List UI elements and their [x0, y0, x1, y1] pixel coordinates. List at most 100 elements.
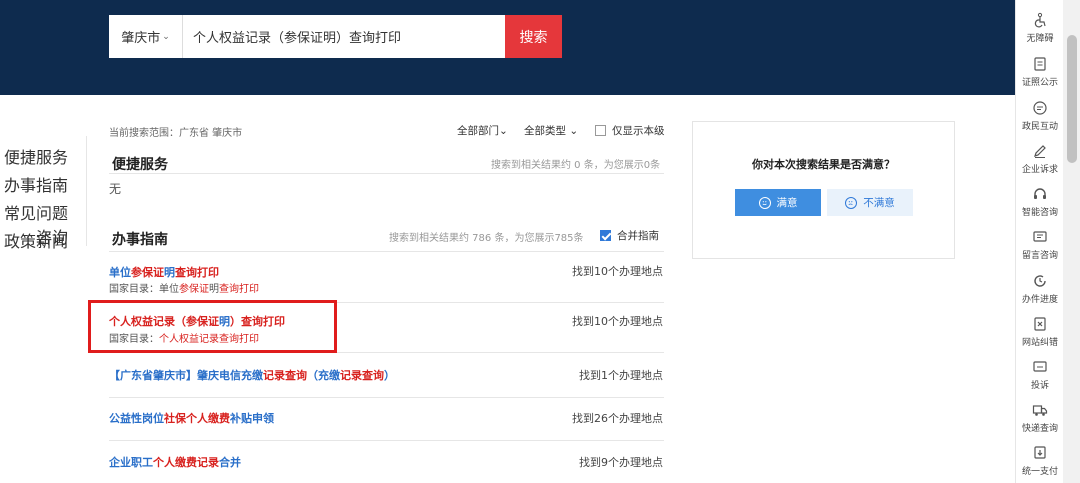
convenience-empty: 无: [109, 182, 122, 196]
rail-item-label: 快递查询: [1021, 424, 1058, 434]
rail-item-label: 无障碍: [1026, 34, 1054, 44]
rail-item[interactable]: 办件进度: [1016, 273, 1064, 305]
right-toolbar: 无障碍证照公示政民互动企业诉求智能咨询留言咨询办件进度网站纠错投诉快递查询统一支…: [1015, 0, 1063, 483]
guide-item-location-count[interactable]: 找到9个办理地点: [579, 454, 663, 470]
type-filter[interactable]: 全部类型 ⌄: [524, 123, 578, 138]
satisfied-label: 满意: [776, 197, 798, 209]
guide-item-title[interactable]: 公益性岗位社保个人缴费补贴申领: [109, 410, 274, 426]
progress-icon: [1034, 275, 1046, 287]
type-filter-label: 全部类型: [524, 125, 566, 137]
department-filter-label: 全部部门: [457, 125, 499, 137]
scrollbar[interactable]: [1063, 0, 1080, 483]
rail-item-label: 投诉: [1030, 381, 1049, 391]
department-filter[interactable]: 全部部门⌄: [457, 123, 508, 138]
title-segment: 参保证: [131, 266, 164, 279]
highlight-annotation: [88, 300, 337, 353]
search-box: 肇庆市 ⌄: [109, 15, 505, 58]
chat-icon: [1033, 101, 1047, 115]
clipboard-icon: [1034, 57, 1046, 71]
satisfaction-card: 你对本次搜索结果是否满意？ 满意 不满意: [692, 121, 955, 259]
title-segment: 单位: [109, 266, 131, 279]
merge-guide-label: 合并指南: [617, 230, 659, 242]
only-this-level-label: 仅显示本级: [612, 125, 665, 137]
chevron-down-icon: ⌄: [499, 125, 508, 137]
title-segment: 个人缴费记录: [153, 456, 219, 469]
pay-icon: [1034, 446, 1046, 459]
rail-item[interactable]: 统一支付: [1016, 445, 1064, 477]
guide-item-title[interactable]: 单位参保证明查询打印: [109, 264, 219, 280]
message-icon: [1033, 231, 1047, 242]
guide-item-location-count[interactable]: 找到1个办理地点: [579, 367, 663, 383]
headset-icon: [1034, 188, 1046, 199]
header-bar: 肇庆市 ⌄ 搜索: [0, 0, 1015, 95]
catalog-prefix: 国家目录：: [109, 284, 159, 295]
unsatisfied-button[interactable]: 不满意: [827, 189, 913, 216]
guide-item-location-count[interactable]: 找到26个办理地点: [572, 410, 663, 426]
divider: [109, 440, 664, 441]
merge-guide-toggle[interactable]: 合并指南: [600, 228, 659, 243]
error-icon: [1034, 317, 1046, 331]
page: 肇庆市 ⌄ 搜索 便捷服务 办事指南 常见问题咨询 政策新闻 当前搜索范围：广东…: [0, 0, 1080, 483]
rail-item[interactable]: 网站纠错: [1016, 316, 1064, 348]
rail-item-label: 统一支付: [1021, 467, 1058, 477]
title-segment: 企业职工: [109, 456, 153, 469]
guide-result-note: 搜索到相关结果约 786 条，为您展示785条: [389, 233, 584, 244]
title-segment: 社保个人缴费: [164, 412, 230, 425]
rail-item[interactable]: 企业诉求: [1016, 143, 1064, 175]
divider: [109, 251, 664, 252]
title-segment: 记录查询: [263, 369, 307, 382]
rail-item[interactable]: 无障碍: [1016, 12, 1064, 44]
rail-item[interactable]: 留言咨询: [1016, 229, 1064, 261]
chevron-down-icon: ⌄: [162, 31, 170, 42]
guide-item-location-count[interactable]: 找到10个办理地点: [572, 263, 663, 279]
title-segment: ）: [384, 369, 395, 382]
left-nav-item-guide[interactable]: 办事指南: [0, 172, 68, 196]
unsatisfied-label: 不满意: [863, 197, 895, 209]
rail-item-label: 企业诉求: [1021, 165, 1058, 175]
title-segment: 【广东省肇庆市】肇庆电信充缴: [109, 369, 263, 382]
divider: [109, 397, 664, 398]
city-selector[interactable]: 肇庆市 ⌄: [109, 15, 183, 58]
left-nav-divider: [86, 136, 87, 246]
scrollbar-thumb[interactable]: [1067, 35, 1077, 163]
rail-item[interactable]: 政民互动: [1016, 100, 1064, 132]
title-segment: 明: [164, 266, 175, 279]
rail-item-label: 留言咨询: [1021, 251, 1058, 261]
rail-item-label: 证照公示: [1021, 78, 1058, 88]
accessibility-icon: [1034, 12, 1046, 28]
search-scope: 当前搜索范围：广东省 肇庆市: [109, 128, 243, 139]
convenience-section-title: 便捷服务: [112, 157, 168, 173]
pen-icon: [1034, 145, 1046, 158]
guide-item-catalog: 国家目录：单位参保证明查询打印: [109, 280, 259, 295]
catalog-segment: 明: [209, 284, 219, 295]
left-nav-item-convenience[interactable]: 便捷服务: [0, 144, 68, 168]
guide-item-title[interactable]: 【广东省肇庆市】肇庆电信充缴记录查询（充缴记录查询）: [109, 367, 395, 383]
guide-item-title[interactable]: 企业职工个人缴费记录合并: [109, 454, 241, 470]
search-button[interactable]: 搜索: [505, 15, 562, 58]
only-this-level-checkbox[interactable]: [595, 125, 606, 136]
title-segment: 公益性岗位: [109, 412, 164, 425]
guide-item-location-count[interactable]: 找到10个办理地点: [572, 313, 663, 329]
only-this-level-toggle[interactable]: 仅显示本级: [595, 123, 665, 138]
rail-item-label: 办件进度: [1021, 295, 1058, 305]
satisfied-button[interactable]: 满意: [735, 189, 821, 216]
city-label: 肇庆市: [121, 31, 161, 46]
rail-item-label: 网站纠错: [1021, 338, 1058, 348]
complaint-icon: [1033, 361, 1047, 372]
smile-icon: [758, 196, 771, 209]
rail-item[interactable]: 证照公示: [1016, 56, 1064, 88]
merge-guide-checkbox[interactable]: [600, 230, 611, 241]
title-segment: 记录查询: [340, 369, 384, 382]
frown-mouth: [848, 200, 853, 205]
rail-item[interactable]: 快递查询: [1016, 402, 1064, 434]
rail-item-label: 政民互动: [1021, 122, 1058, 132]
search-input[interactable]: [183, 15, 505, 58]
left-nav-item-news[interactable]: 政策新闻: [0, 228, 68, 252]
rail-item[interactable]: 投诉: [1016, 359, 1064, 391]
catalog-segment: 查询打印: [219, 284, 259, 295]
smile-mouth: [761, 200, 767, 205]
catalog-segment: 单位: [159, 284, 179, 295]
frown-icon: [845, 196, 858, 209]
divider: [109, 173, 664, 174]
rail-item[interactable]: 智能咨询: [1016, 186, 1064, 218]
